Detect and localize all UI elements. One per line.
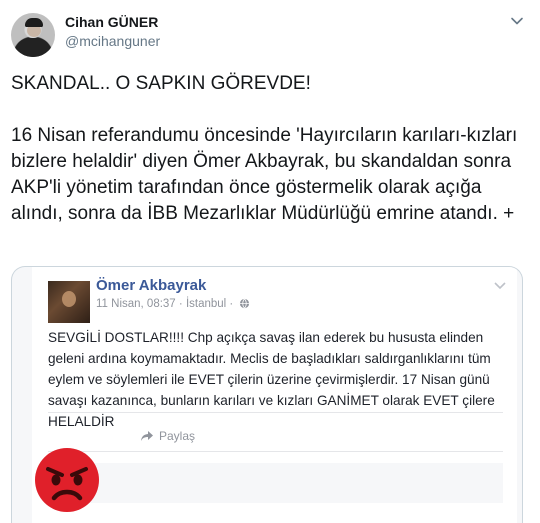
share-action: Paylaş — [140, 429, 195, 443]
post-meta: 11 Nisan, 08:37 · İstanbul · — [96, 298, 250, 310]
tweet-text: SKANDAL.. O SAPKIN GÖREVDE! 16 Nisan ref… — [11, 71, 529, 227]
post-menu-chevron-icon — [494, 282, 506, 290]
post-author-avatar — [48, 281, 90, 323]
tweet-body: 16 Nisan referandumu öncesinde 'Hayırcıl… — [11, 125, 523, 224]
comment-area — [48, 463, 503, 503]
display-name[interactable]: Cihan GÜNER — [65, 14, 158, 30]
tweet: Cihan GÜNER @mcihanguner SKANDAL.. O SAP… — [0, 0, 540, 523]
divider — [48, 412, 503, 413]
post-location: İstanbul — [185, 298, 227, 310]
post-date: 11 Nisan, 08:37 — [96, 298, 176, 310]
tweet-headline: SKANDAL.. O SAPKIN GÖREVDE! — [11, 73, 311, 94]
facebook-post: Ömer Akbayrak 11 Nisan, 08:37 · İstanbul… — [32, 267, 517, 523]
user-handle[interactable]: @mcihanguner — [65, 33, 160, 49]
globe-icon — [240, 298, 250, 309]
divider — [48, 451, 503, 452]
share-label: Paylaş — [159, 429, 196, 443]
post-author-name: Ömer Akbayrak — [96, 277, 207, 294]
avatar[interactable] — [11, 13, 55, 57]
share-arrow-icon — [141, 431, 153, 441]
post-text: SEVGİLİ DOSTLAR!!!! Chp açıkça savaş ila… — [48, 330, 495, 429]
angry-face-icon — [35, 448, 99, 512]
chevron-down-icon[interactable] — [510, 14, 524, 28]
